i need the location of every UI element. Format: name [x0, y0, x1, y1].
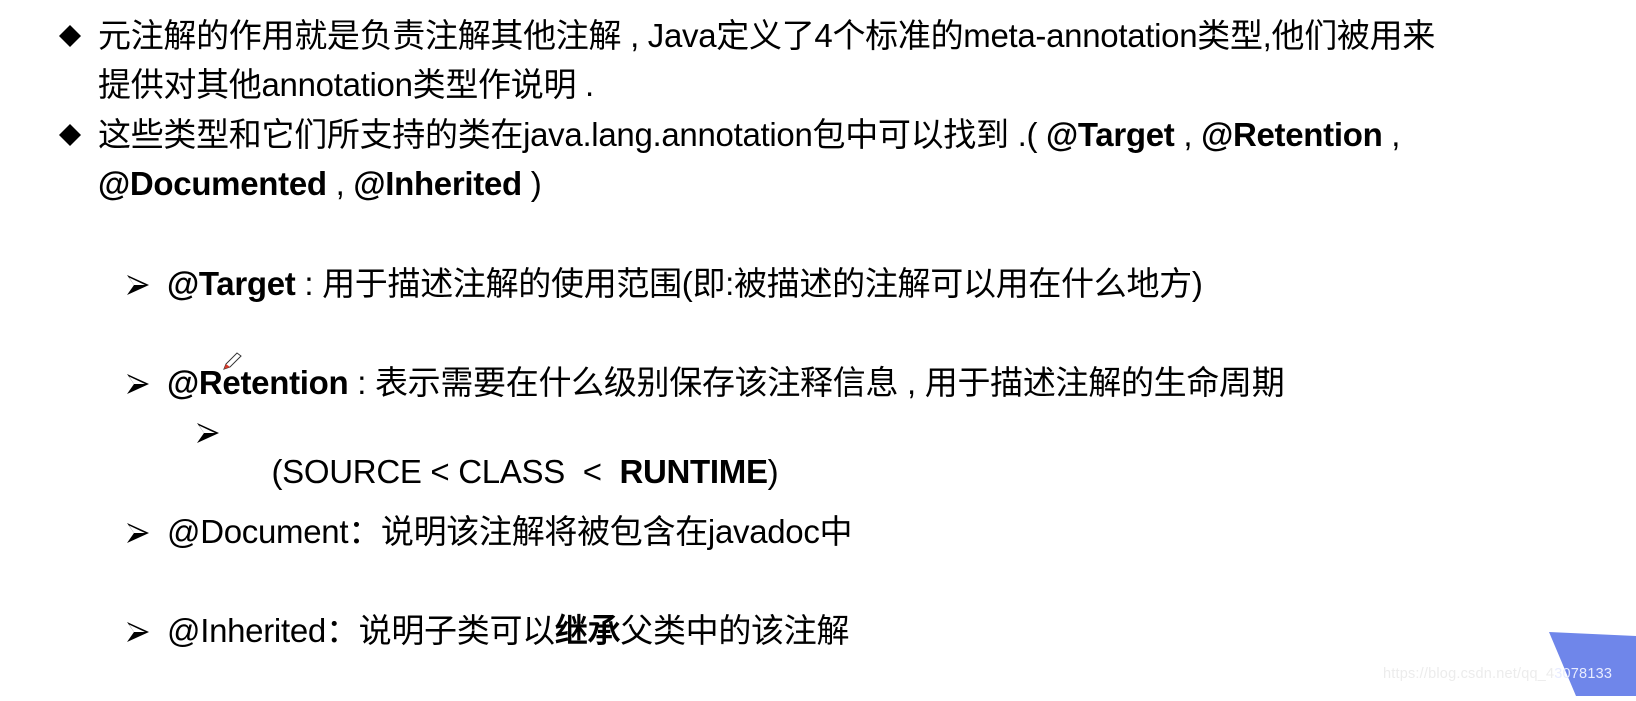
separator-comma: , [1382, 116, 1401, 153]
diamond-bullet-icon [59, 124, 81, 146]
arrow-bullet-icon [126, 273, 150, 297]
bullet-1-line-1: 元注解的作用就是负责注解其他注解 , Java定义了4个标准的meta-anno… [98, 16, 1435, 56]
bullet-2-line-1: 这些类型和它们所支持的类在java.lang.annotation包中可以找到 … [98, 115, 1400, 155]
document-description: 说明该注解将被包含在javadoc中 [380, 513, 853, 550]
retention-description: 表示需要在什么级别保存该注释信息 , 用于描述注解的生命周期 [374, 364, 1285, 401]
watermark-text-overlay: 3078133 [1554, 666, 1613, 682]
bullet-2-line-2: @Documented , @Inherited ) [98, 164, 542, 204]
separator-comma: , [1174, 116, 1202, 153]
arrow-bullet-icon [196, 421, 220, 445]
inherited-name: @Inherited [167, 612, 326, 649]
arrow-bullet-icon [126, 521, 150, 545]
bullet-1-text-2: 提供对其他annotation类型作说明 . [98, 66, 594, 103]
inherited-separator: ： [325, 612, 359, 649]
arrow-bullet-icon [126, 620, 150, 644]
documented-keyword: @Documented [98, 165, 327, 202]
document-separator: ： [348, 513, 381, 550]
separator-comma: , [326, 165, 354, 202]
slide: 元注解的作用就是负责注解其他注解 , Java定义了4个标准的meta-anno… [0, 0, 1636, 696]
target-description: 用于描述注解的使用范围(即:被描述的注解可以用在什么地方) [322, 265, 1203, 302]
target-name: @Target [167, 265, 296, 302]
target-item: @Target : 用于描述注解的使用范围(即:被描述的注解可以用在什么地方) [167, 264, 1203, 304]
retention-levels-suffix: ) [767, 453, 779, 490]
pencil-cursor-icon [222, 351, 244, 371]
bullet-1-text-1: 元注解的作用就是负责注解其他注解 , Java定义了4个标准的meta-anno… [98, 17, 1436, 54]
watermark-text-light: https://blog.csdn.net/qq_4 [1383, 666, 1555, 682]
bullet-2-text: 这些类型和它们所支持的类在java.lang.annotation包中可以找到 … [98, 116, 1046, 153]
inherit-keyword: 继承 [554, 612, 621, 649]
retention-name: @Retention [167, 364, 349, 401]
document-item: @Document：说明该注解将被包含在javadoc中 [167, 512, 853, 552]
retention-item: @Retention : 表示需要在什么级别保存该注释信息 , 用于描述注解的生… [167, 363, 1285, 403]
inherited-description-before: 说明子类可以 [358, 612, 556, 649]
arrow-bullet-icon [126, 372, 150, 396]
diamond-bullet-icon [59, 25, 81, 47]
inherited-item: @Inherited：说明子类可以继承父类中的该注解 [167, 611, 849, 651]
target-keyword: @Target [1046, 116, 1175, 153]
runtime-keyword: RUNTIME [619, 453, 768, 490]
retention-keyword: @Retention [1201, 116, 1383, 153]
retention-levels-prefix: (SOURCE < CLASS < [271, 453, 620, 490]
target-separator: : [295, 265, 323, 302]
retention-separator: : [348, 364, 375, 401]
corner-decoration [1549, 632, 1636, 696]
watermark: https://blog.csdn.net/qq_43078133 [1383, 666, 1612, 682]
bullet-1-line-2: 提供对其他annotation类型作说明 . [98, 65, 594, 105]
closing-paren: ) [521, 165, 542, 202]
inherited-description-after: 父类中的该注解 [620, 612, 850, 649]
inherited-keyword: @Inherited [353, 165, 522, 202]
document-name: @Document [167, 513, 349, 550]
